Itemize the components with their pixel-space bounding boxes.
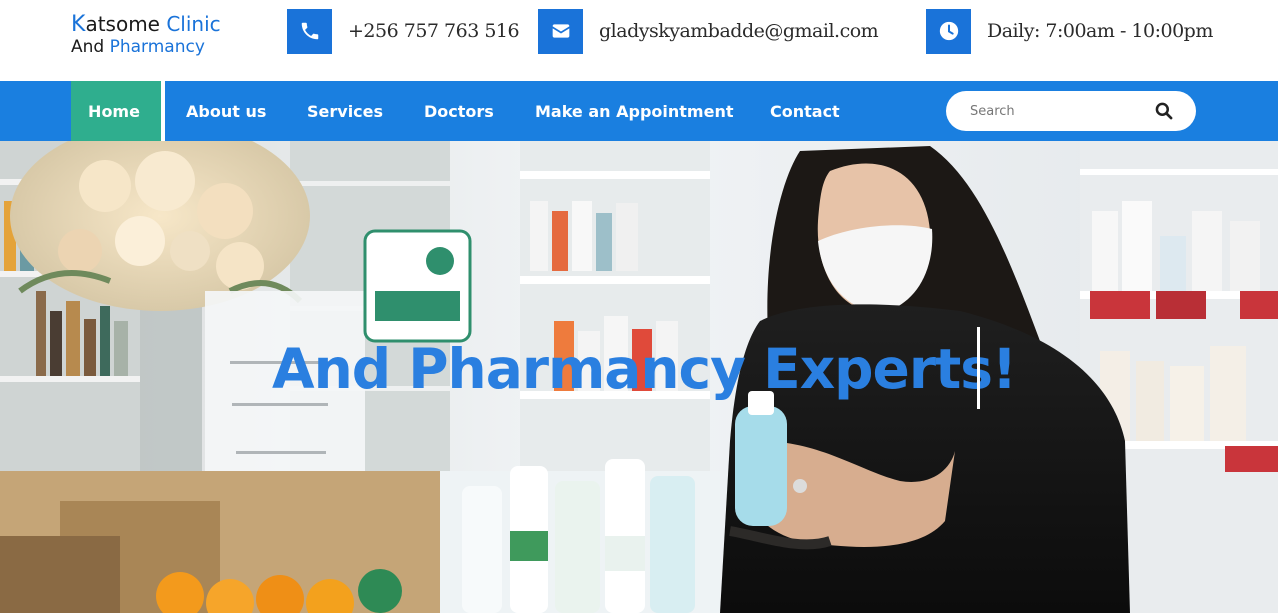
- envelope-icon: [538, 8, 583, 54]
- site-logo[interactable]: Katsome Clinic And Pharmancy: [71, 13, 221, 58]
- logo-initial: K: [71, 12, 86, 37]
- phone-number: +256 757 763 516: [348, 20, 520, 42]
- nav-item-contact[interactable]: Contact: [770, 81, 840, 141]
- typing-cursor: [977, 327, 980, 409]
- clock-icon: [926, 8, 971, 54]
- contact-hours: Daily: 7:00am - 10:00pm: [926, 8, 1213, 54]
- logo-accent-text: Clinic: [166, 12, 221, 36]
- search-icon[interactable]: [1154, 101, 1174, 121]
- logo-subtext-accent: Pharmancy: [109, 37, 205, 57]
- nav-item-about-us[interactable]: About us: [186, 81, 266, 141]
- nav-item-services[interactable]: Services: [307, 81, 383, 141]
- search-input[interactable]: [970, 103, 1150, 119]
- logo-text: atsome: [85, 12, 167, 36]
- top-header: Katsome Clinic And Pharmancy +256 757 76…: [0, 0, 1278, 81]
- nav-item-doctors[interactable]: Doctors: [424, 81, 494, 141]
- contact-email: gladyskyambadde@gmail.com: [538, 8, 879, 54]
- logo-line-1: Katsome Clinic: [71, 13, 221, 36]
- nav-item-make-appointment[interactable]: Make an Appointment: [535, 81, 733, 141]
- main-navigation: Home About us Services Doctors Make an A…: [0, 81, 1278, 144]
- phone-icon: [287, 8, 332, 54]
- hero-headline: And Pharmancy Experts!: [272, 337, 1017, 401]
- logo-line-2: And Pharmancy: [71, 36, 221, 58]
- nav-item-home[interactable]: Home: [71, 81, 165, 144]
- contact-phone: +256 757 763 516: [287, 8, 520, 54]
- logo-subtext: And: [71, 37, 110, 57]
- nav-item-home-label: Home: [88, 101, 140, 121]
- opening-hours: Daily: 7:00am - 10:00pm: [987, 20, 1213, 42]
- hero-banner: And Pharmancy Experts!: [0, 141, 1278, 613]
- search-box: [946, 91, 1196, 131]
- email-address: gladyskyambadde@gmail.com: [599, 20, 879, 42]
